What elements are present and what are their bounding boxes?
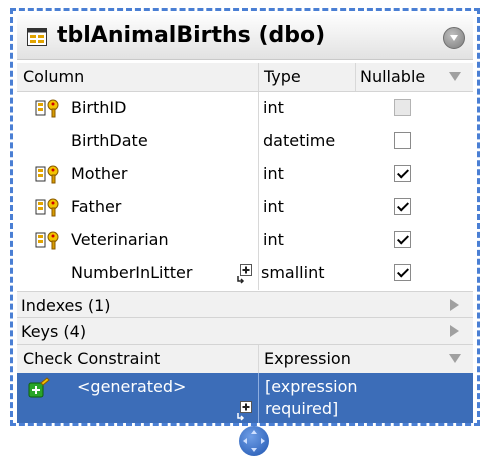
keys-section[interactable]: Keys (4) [17, 317, 473, 346]
column-row[interactable]: Father int [17, 191, 473, 224]
expand-indexes-icon[interactable] [450, 299, 459, 311]
column-divider[interactable] [355, 63, 356, 91]
connector-handle-icon[interactable] [239, 426, 269, 456]
expression-header-label: Expression [264, 349, 351, 368]
check-constraint-icon [28, 377, 50, 398]
column-header-name: Column [23, 67, 85, 86]
constraint-name: <generated> [77, 377, 187, 396]
foreign-key-icon [35, 231, 59, 250]
check-constraint-header-label: Check Constraint [23, 349, 161, 368]
nullable-checkbox[interactable] [394, 264, 411, 281]
column-header-nullable: Nullable [360, 67, 426, 86]
connector-arrows-icon [243, 430, 265, 452]
column-type: int [263, 98, 284, 117]
column-divider[interactable] [258, 63, 259, 91]
expression-line-1: [expression [265, 377, 358, 396]
column-divider[interactable] [258, 345, 259, 373]
nullable-checkbox[interactable] [394, 198, 411, 215]
type-column-divider [258, 92, 259, 290]
foreign-key-icon [35, 165, 59, 184]
column-name: Father [71, 197, 122, 216]
column-name: Veterinarian [71, 230, 169, 249]
check-constraint-header: Check Constraint Expression [17, 344, 473, 374]
primary-key-icon [35, 99, 59, 118]
foreign-key-icon [35, 198, 59, 217]
nullable-checkbox[interactable] [394, 132, 411, 149]
column-row[interactable]: Mother int [17, 158, 473, 191]
column-header-type: Type [264, 67, 301, 86]
column-row[interactable]: BirthID int [17, 92, 473, 125]
collapse-icon[interactable] [443, 27, 465, 49]
column-type: datetime [263, 131, 336, 150]
check-constraint-row[interactable]: <generated> [expression required] [17, 373, 473, 423]
column-type: smallint [261, 263, 325, 282]
expand-column-icon[interactable] [236, 262, 254, 284]
table-title-bar[interactable]: tblAnimalBirths (dbo) [17, 15, 473, 60]
keys-label: Keys (4) [21, 322, 87, 341]
expression-line-2: required] [265, 399, 339, 418]
column-row[interactable]: Veterinarian int [17, 224, 473, 257]
collapse-columns-icon[interactable] [449, 72, 461, 81]
nullable-checkbox[interactable] [394, 99, 411, 116]
indexes-section[interactable]: Indexes (1) [17, 291, 473, 320]
column-row[interactable]: NumberInLitter smallint [17, 257, 473, 290]
indexes-label: Indexes (1) [21, 296, 111, 315]
column-name: BirthDate [71, 131, 148, 150]
collapse-constraints-icon[interactable] [449, 354, 461, 363]
nullable-checkbox[interactable] [394, 165, 411, 182]
column-name: Mother [71, 164, 128, 183]
column-row[interactable]: BirthDate datetime [17, 125, 473, 158]
column-type: int [263, 164, 284, 183]
expand-expression-icon[interactable] [236, 399, 254, 421]
table-title: tblAnimalBirths (dbo) [57, 23, 326, 48]
expand-keys-icon[interactable] [450, 325, 459, 337]
columns-header: Column Type Nullable [17, 63, 473, 92]
column-type: int [263, 230, 284, 249]
table-card[interactable]: tblAnimalBirths (dbo) Column Type Nullab… [10, 8, 480, 426]
column-name: BirthID [71, 98, 127, 117]
nullable-checkbox[interactable] [394, 231, 411, 248]
table-icon [27, 28, 47, 46]
column-divider [258, 373, 259, 423]
column-type: int [263, 197, 284, 216]
column-name: NumberInLitter [71, 263, 193, 282]
